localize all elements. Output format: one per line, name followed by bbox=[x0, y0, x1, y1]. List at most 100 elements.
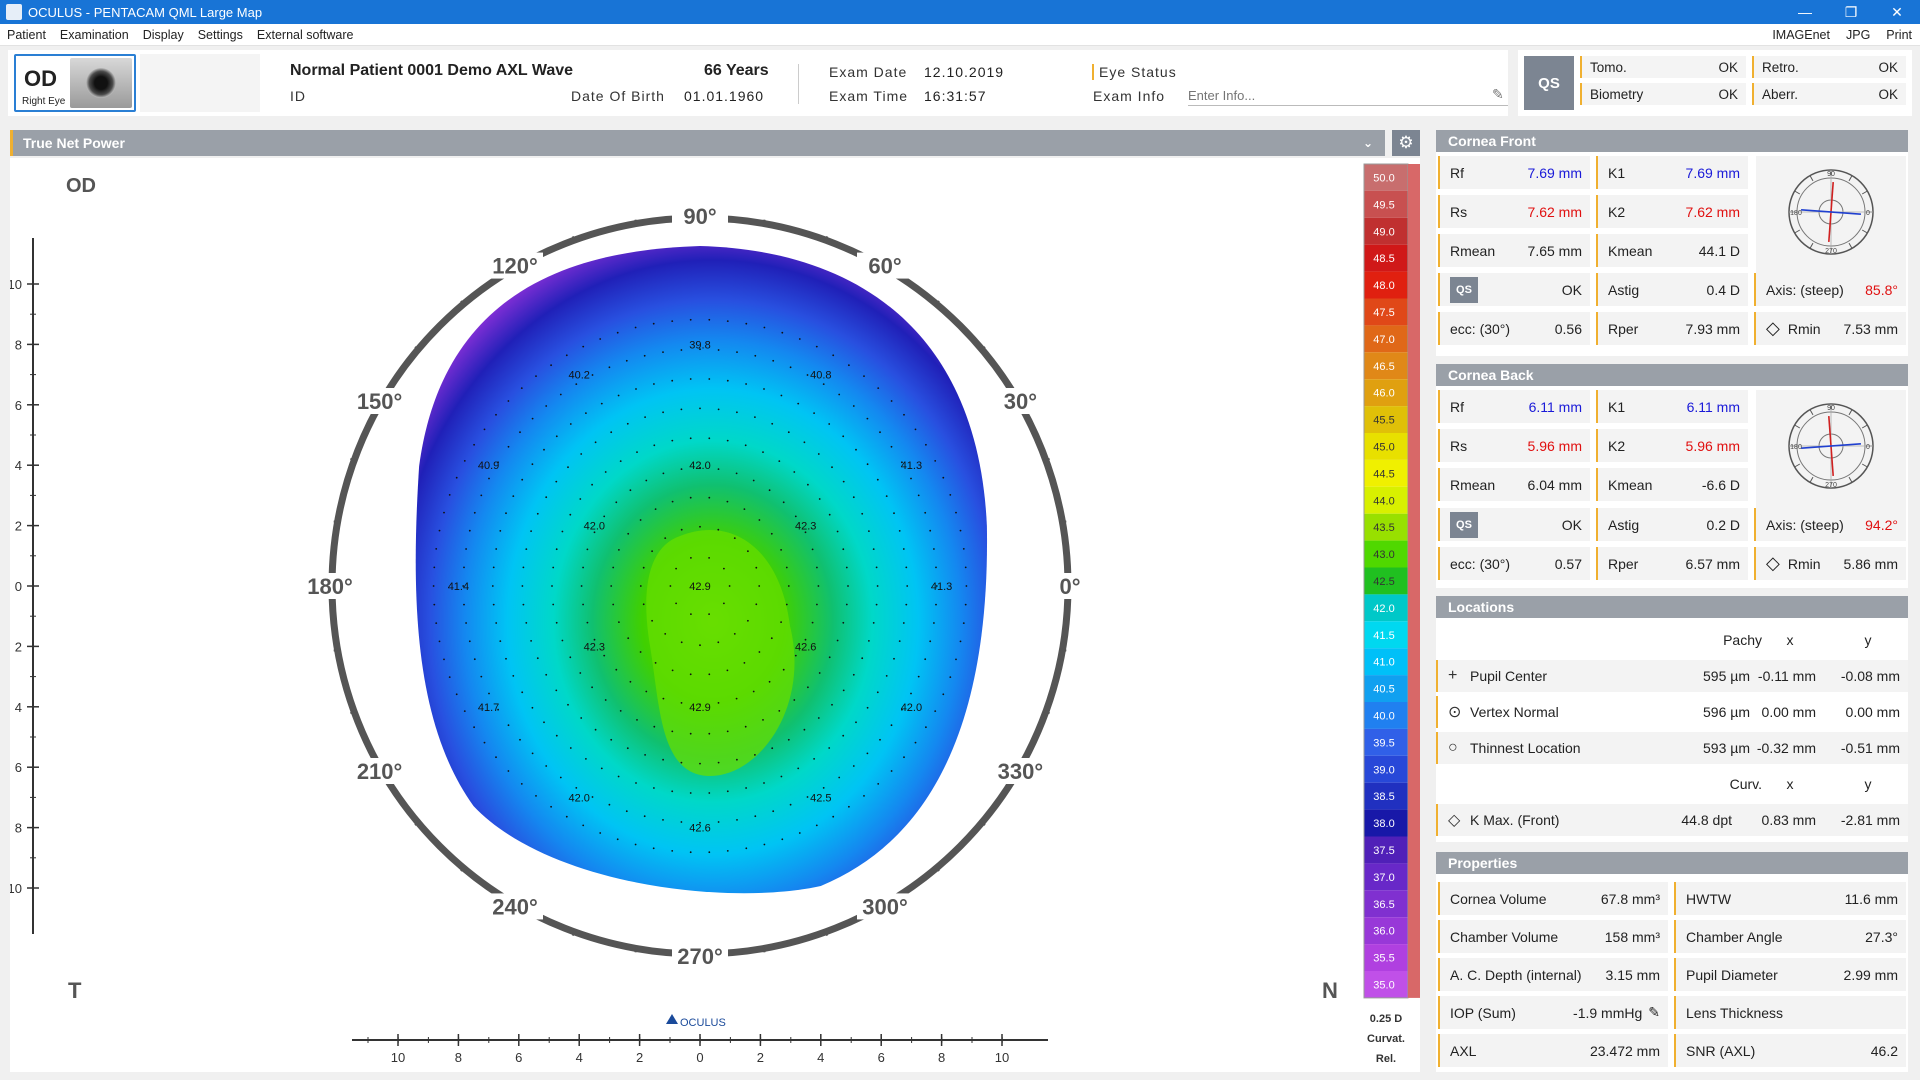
menu-external-software[interactable]: External software bbox=[250, 28, 361, 42]
horizontal-tick-label: 2 bbox=[757, 1050, 764, 1065]
header-divider bbox=[798, 64, 799, 104]
eye-status-label: Eye Status bbox=[1092, 64, 1177, 80]
menu-patient[interactable]: Patient bbox=[0, 28, 53, 42]
angle-label-60: 60° bbox=[868, 254, 901, 279]
minimize-button[interactable]: — bbox=[1782, 0, 1828, 24]
diamond-icon: ◇ bbox=[1448, 812, 1461, 829]
exam-info-input[interactable] bbox=[1188, 86, 1508, 106]
cf-k2: K2 7.62 mm bbox=[1596, 195, 1748, 228]
vertical-tick-label: 4 bbox=[15, 458, 22, 473]
dial-label: 0 bbox=[1866, 210, 1870, 217]
scale-value-label: 43.0 bbox=[1373, 549, 1394, 561]
axis-dial-icon: 90 180 0 270 bbox=[1788, 403, 1874, 489]
eye-selector[interactable]: OD Right Eye bbox=[14, 54, 136, 112]
menu-settings[interactable]: Settings bbox=[191, 28, 250, 42]
scale-side-bar bbox=[1408, 164, 1420, 998]
gear-icon[interactable]: ⚙ bbox=[1392, 130, 1420, 156]
cb-rper: Rper 6.57 mm bbox=[1596, 547, 1748, 580]
vertical-tick-label: 6 bbox=[15, 398, 22, 413]
prop-iop: IOP (Sum) -1.9 mmHg ✎ bbox=[1438, 996, 1668, 1029]
scale-value-label: 48.5 bbox=[1373, 253, 1394, 265]
color-scale: 50.0 49.5 49.0 48.5 48.0 47.5 47.0 46.5 46.0 45.5… bbox=[1363, 163, 1420, 1065]
dob-value: 01.01.1960 bbox=[684, 88, 765, 104]
exam-info-label: Exam Info bbox=[1093, 88, 1166, 104]
angle-label-150: 150° bbox=[357, 389, 403, 414]
scale-value-label: 36.0 bbox=[1373, 926, 1394, 938]
cb-kmean: Kmean -6.6 D bbox=[1596, 468, 1748, 501]
vertical-tick-label: 8 bbox=[15, 821, 22, 836]
cb-k1: K1 6.11 mm bbox=[1596, 390, 1748, 423]
vertical-tick-label: 2 bbox=[15, 519, 22, 534]
scale-value-label: 49.0 bbox=[1373, 226, 1394, 238]
exam-time-label: Exam Time bbox=[829, 88, 909, 104]
close-button[interactable]: ✕ bbox=[1874, 0, 1920, 24]
cb-k2: K2 5.96 mm bbox=[1596, 429, 1748, 462]
vertical-tick-label: 6 bbox=[15, 760, 22, 775]
prop-lens-thickness: Lens Thickness bbox=[1674, 996, 1906, 1029]
dial-label: 270 bbox=[1825, 248, 1837, 255]
map-value-label: 42.3 bbox=[584, 641, 605, 653]
map-value-label: 42.0 bbox=[568, 792, 589, 804]
cf-rmin: ◇ Rmin 7.53 mm bbox=[1754, 312, 1906, 345]
cb-rmean: Rmean 6.04 mm bbox=[1438, 468, 1590, 501]
scale-value-label: 35.0 bbox=[1373, 979, 1394, 991]
scale-value-label: 47.5 bbox=[1373, 307, 1394, 319]
patient-photo-placeholder bbox=[140, 54, 260, 112]
scale-value-label: 42.5 bbox=[1373, 576, 1394, 588]
oculus-logo: OCULUS bbox=[666, 1014, 726, 1029]
cb-qs-button[interactable]: QS bbox=[1450, 511, 1478, 538]
axis-dial-icon: 90 180 0 270 bbox=[1788, 169, 1874, 255]
dial-label: 0 bbox=[1866, 444, 1870, 451]
vertical-tick-label: 4 bbox=[15, 700, 22, 715]
map-value-label: 40.2 bbox=[568, 370, 589, 382]
cf-k1: K1 7.69 mm bbox=[1596, 156, 1748, 189]
menu-imagenet[interactable]: IMAGEnet bbox=[1764, 28, 1838, 42]
map-type-dropdown[interactable]: True Net Power ⌄ bbox=[10, 130, 1385, 156]
menu-examination[interactable]: Examination bbox=[53, 28, 136, 42]
map-value-label: 42.6 bbox=[795, 641, 816, 653]
qs-button[interactable]: QS bbox=[1524, 56, 1574, 110]
horizontal-tick-label: 4 bbox=[576, 1050, 583, 1065]
dial-tick bbox=[1861, 229, 1868, 234]
qs-tomo-label: Tomo. bbox=[1590, 59, 1627, 75]
plus-icon: + bbox=[1448, 667, 1458, 684]
angle-label-90: 90° bbox=[683, 204, 716, 229]
menu-jpg[interactable]: JPG bbox=[1838, 28, 1878, 42]
qs-retro-label: Retro. bbox=[1762, 59, 1799, 75]
edit-pencil-icon[interactable]: ✎ bbox=[1648, 1004, 1660, 1021]
loc-head2-y: y bbox=[1864, 776, 1872, 792]
scale-value-label: 45.0 bbox=[1373, 441, 1394, 453]
dial-tick bbox=[1809, 409, 1814, 416]
dial-label: 90 bbox=[1827, 405, 1835, 412]
vertical-tick-label: 10 bbox=[10, 277, 22, 292]
topography-map[interactable]: 90° 60° 30° 0° 330° 300° 270° 240° 210° 180° 150° 1… bbox=[8, 158, 1420, 1072]
nasal-label: N bbox=[1322, 978, 1338, 1003]
edit-pencil-icon[interactable]: ✎ bbox=[1492, 86, 1504, 103]
menu-print[interactable]: Print bbox=[1878, 28, 1920, 42]
dial-tick bbox=[1861, 190, 1868, 195]
loc-head2-x: x bbox=[1786, 776, 1794, 792]
oculus-logo-text: OCULUS bbox=[680, 1017, 726, 1029]
temporal-label: T bbox=[68, 978, 82, 1003]
vertical-mm-scale: 10 8 6 4 2 0 2 4 6 8 10 bbox=[8, 238, 39, 934]
menu-display[interactable]: Display bbox=[136, 28, 191, 42]
qs-aberr: Aberr. OK bbox=[1752, 83, 1906, 105]
cf-qs-button[interactable]: QS bbox=[1450, 276, 1478, 303]
cb-astig: Astig 0.2 D bbox=[1596, 508, 1748, 541]
app-icon bbox=[6, 4, 22, 20]
restore-button[interactable]: ❐ bbox=[1828, 0, 1874, 24]
qs-tomo: Tomo. OK bbox=[1580, 56, 1746, 78]
map-value-label: 42.5 bbox=[810, 792, 831, 804]
cf-astig: Astig 0.4 D bbox=[1596, 273, 1748, 306]
map-value-label: 42.9 bbox=[689, 702, 710, 714]
map-value-label: 42.9 bbox=[689, 581, 710, 593]
scale-value-label: 36.5 bbox=[1373, 899, 1394, 911]
cb-ecc: ecc: (30°) 0.57 bbox=[1438, 547, 1590, 580]
dial-tick bbox=[1794, 190, 1801, 195]
horizontal-tick-label: 8 bbox=[455, 1050, 462, 1065]
scale-value-label: 43.5 bbox=[1373, 522, 1394, 534]
scale-value-label: 47.0 bbox=[1373, 334, 1394, 346]
vertical-tick-label: 0 bbox=[15, 579, 22, 594]
cf-rmean: Rmean 7.65 mm bbox=[1438, 234, 1590, 267]
angle-label-120: 120° bbox=[492, 254, 538, 279]
